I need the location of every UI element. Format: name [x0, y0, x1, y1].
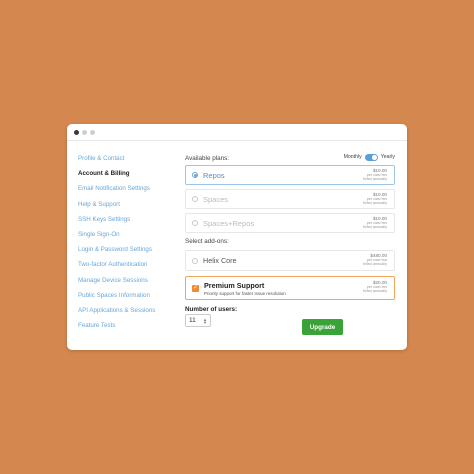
plan-price: $10.00 per user/mo billed annually	[362, 216, 387, 230]
sidebar-item-single-sign-on[interactable]: Single Sign-On	[78, 230, 173, 245]
upgrade-button[interactable]: Upgrade	[302, 319, 343, 335]
window-maximize-dot[interactable]	[90, 129, 95, 135]
plan-name: Spaces	[203, 194, 229, 204]
addon-price: $20.00 per user/mo billed annually	[362, 280, 387, 294]
addon-price: $480.00 per user/mo billed annually	[362, 253, 387, 267]
sidebar-item-email-notifications[interactable]: Email Notification Settings	[78, 184, 173, 199]
price-billing-note: billed annually	[362, 177, 387, 182]
price-billing-note: billed annually	[362, 262, 387, 267]
select-addons-label: Select add-ons:	[185, 238, 229, 245]
plan-name: Repos	[203, 170, 225, 180]
plan-price: $10.00 per user/mo billed annually	[362, 168, 387, 182]
addon-name: Helix Core	[203, 256, 237, 265]
sidebar-item-device-sessions[interactable]: Manage Device Sessions	[78, 276, 173, 291]
sidebar-item-feature-tests[interactable]: Feature Tests	[78, 321, 173, 336]
window-minimize-dot[interactable]	[82, 129, 87, 135]
radio-selected-icon[interactable]	[192, 172, 198, 178]
stepper-arrows-icon[interactable]: ▲ ▼	[203, 317, 207, 324]
users-stepper[interactable]: 11 ▲ ▼	[185, 314, 211, 327]
radio-unselected-icon[interactable]	[192, 220, 198, 226]
addon-radio-icon[interactable]	[192, 257, 198, 264]
price-billing-note: billed annually	[362, 225, 387, 230]
plan-option-repos[interactable]: Repos $10.00 per user/mo billed annually	[185, 165, 395, 185]
sidebar-item-login-password[interactable]: Login & Password Settings	[78, 245, 173, 260]
price-billing-note: billed annually	[362, 201, 387, 206]
sidebar-item-ssh-keys[interactable]: SSH Keys Settings	[78, 215, 173, 230]
yearly-label: Yearly	[380, 154, 395, 161]
plan-option-spaces-repos[interactable]: Spaces+Repos $10.00 per user/mo billed a…	[185, 213, 395, 233]
window-titlebar	[67, 124, 407, 141]
addon-text: Premium Support Priority support for fas…	[204, 281, 286, 296]
settings-sidebar: Profile & Contact Account & Billing Emai…	[78, 154, 173, 336]
price-billing-note: billed annually	[362, 289, 387, 294]
plan-option-spaces[interactable]: Spaces $10.00 per user/mo billed annuall…	[185, 189, 395, 209]
monthly-label: Monthly	[343, 154, 362, 161]
sidebar-item-public-spaces[interactable]: Public Spaces Information	[78, 291, 173, 306]
addon-name: Premium Support	[204, 280, 265, 290]
sidebar-item-api-applications[interactable]: API Applications & Sessions	[78, 306, 173, 321]
billing-window: Profile & Contact Account & Billing Emai…	[67, 124, 407, 350]
sidebar-item-help-support[interactable]: Help & Support	[78, 200, 173, 215]
billing-period-toggle[interactable]	[364, 154, 378, 161]
addon-option-premium-support[interactable]: ✓ Premium Support Priority support for f…	[185, 276, 395, 300]
sidebar-item-profile-contact[interactable]: Profile & Contact	[78, 154, 173, 169]
number-of-users-label: Number of users:	[185, 306, 238, 313]
users-count: 11	[189, 317, 196, 324]
billing-period-toggle-group: Monthly Yearly	[344, 154, 395, 161]
addon-description: Priority support for faster issue resolu…	[204, 290, 286, 296]
toggle-knob	[372, 155, 377, 160]
plan-name: Spaces+Repos	[203, 218, 255, 228]
checkbox-checked-icon[interactable]: ✓	[192, 284, 199, 292]
billing-main: Available plans: Monthly Yearly Repos $1…	[185, 154, 395, 327]
window-close-dot[interactable]	[74, 129, 79, 135]
addon-option-helix-core[interactable]: Helix Core $480.00 per user/mo billed an…	[185, 250, 395, 271]
radio-unselected-icon[interactable]	[192, 196, 198, 202]
sidebar-item-account-billing[interactable]: Account & Billing	[78, 169, 173, 184]
sidebar-item-two-factor[interactable]: Two-factor Authentication	[78, 260, 173, 275]
plan-price: $10.00 per user/mo billed annually	[362, 192, 387, 206]
